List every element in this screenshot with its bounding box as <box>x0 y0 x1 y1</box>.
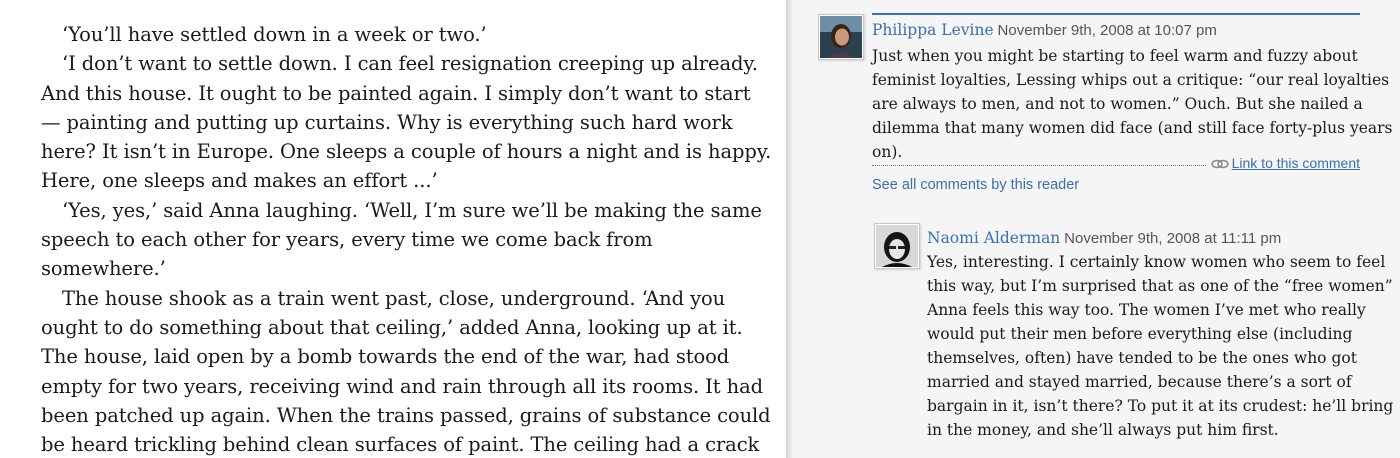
comments-top-rule <box>872 13 1360 15</box>
book-line: ‘Yes, yes,’ said Anna laughing. ‘Well, I… <box>62 198 762 222</box>
book-line: ‘You’ll have settled down in a week or t… <box>62 23 487 46</box>
comment-author-link[interactable]: Philippa Levine <box>872 21 994 39</box>
comment-line: would put their men before everything el… <box>927 325 1353 343</box>
comment-line: Anna feels this way too. The women I’ve … <box>927 301 1366 319</box>
avatar-photo-icon <box>876 225 918 267</box>
comment-author-link[interactable]: Naomi Alderman <box>927 229 1060 247</box>
comment-header: Philippa Levine November 9th, 2008 at 10… <box>872 21 1217 40</box>
book-line: The house shook as a train went past, cl… <box>62 286 726 310</box>
comment-line: dilemma that many women did face (and st… <box>872 119 1393 137</box>
comment-header: Naomi Alderman November 9th, 2008 at 11:… <box>927 229 1281 248</box>
link-chain-icon <box>1210 156 1229 172</box>
comments-panel: Philippa Levine November 9th, 2008 at 10… <box>792 0 1400 458</box>
book-line: here? It isn’t in Europe. One sleeps a c… <box>41 140 772 164</box>
book-line: The house, laid open by a bomb towards t… <box>41 345 730 369</box>
book-line: empty for two years, receiving wind and … <box>41 374 763 398</box>
comment-date: November 9th, 2008 at 10:07 pm <box>997 22 1217 39</box>
book-line: Here, one sleeps and makes an effort ...… <box>41 169 438 193</box>
link-to-comment-label: Link to this comment <box>1231 155 1360 171</box>
comment-body: Just when you might be starting to feel … <box>872 44 1393 164</box>
book-line: been patched up again. When the trains p… <box>41 403 771 427</box>
see-all-comments-link[interactable]: See all comments by this reader <box>872 177 1079 193</box>
book-line: — painting and putting up curtains. Why … <box>41 110 733 134</box>
comment-line: this way, but I’m surprised that as one … <box>927 277 1393 295</box>
book-line: ought to do something about that ceiling… <box>41 315 743 339</box>
book-line: speech to each other for years, every ti… <box>41 228 653 252</box>
comment-line: feminist loyalties, Lessing whips out a … <box>872 71 1390 89</box>
book-line: somewhere.’ <box>41 257 166 281</box>
comment-date: November 9th, 2008 at 11:11 pm <box>1064 230 1282 247</box>
comment-line: Just when you might be starting to feel … <box>872 47 1358 65</box>
book-line: ‘I don’t want to settle down. I can feel… <box>62 52 758 76</box>
book-excerpt: ‘You’ll have settled down in a week or t… <box>41 20 772 458</box>
avatar-photo-icon <box>820 16 862 58</box>
avatar[interactable] <box>874 223 920 269</box>
book-text-pane: ‘You’ll have settled down in a week or t… <box>0 0 786 458</box>
comment-line: married and stayed married, because ther… <box>927 373 1352 391</box>
comment-line: themselves, often) have tended to be the… <box>927 349 1357 367</box>
book-line: And this house. It ought to be painted a… <box>41 81 751 105</box>
comment-line: Yes, interesting. I certainly know women… <box>927 253 1386 271</box>
comment-line: are always to men, and not to women.” Ou… <box>872 95 1363 113</box>
book-line: be heard trickling behind clean surfaces… <box>41 433 760 457</box>
link-to-comment[interactable]: Link to this comment <box>1206 155 1360 173</box>
comment-body: Yes, interesting. I certainly know women… <box>927 250 1393 442</box>
comment-line: bargain in it, isn’t there? To put it at… <box>927 397 1394 415</box>
avatar[interactable] <box>818 14 864 60</box>
comment-line: in the money, and she’ll always put him … <box>927 421 1279 439</box>
